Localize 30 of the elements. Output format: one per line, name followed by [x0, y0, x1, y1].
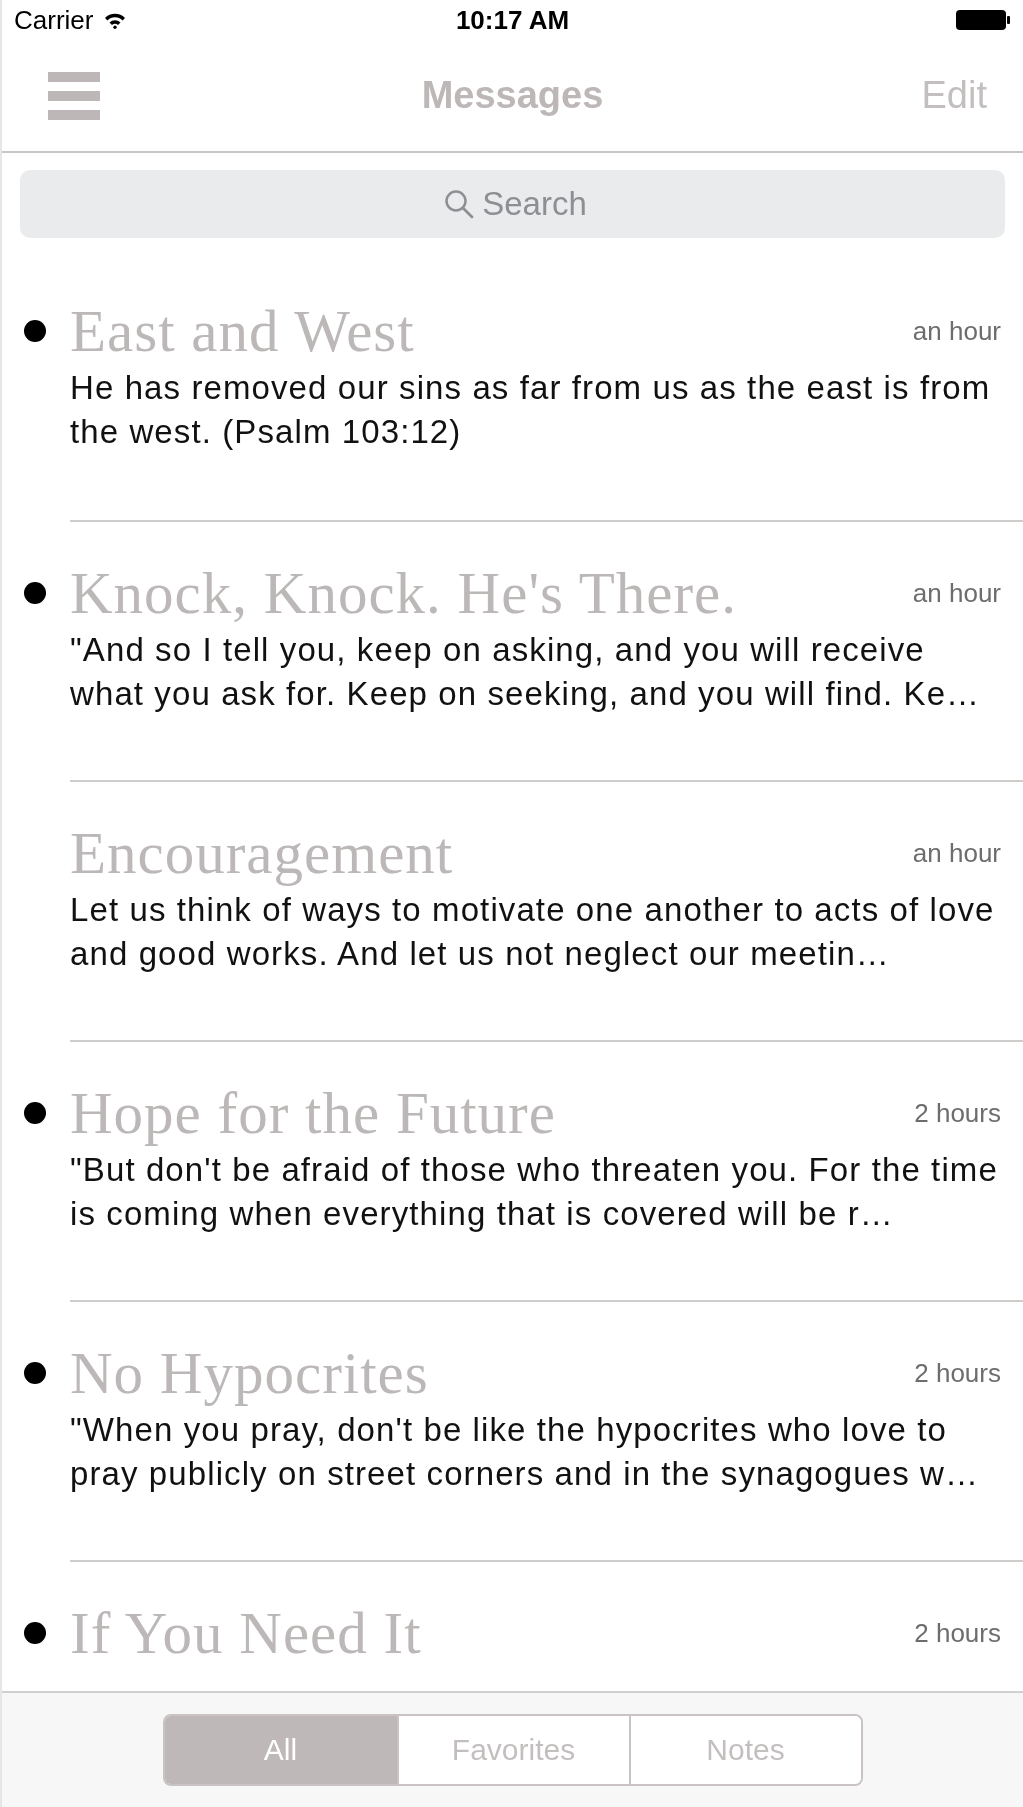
- message-time: an hour: [912, 837, 1001, 869]
- message-title: East and West: [70, 296, 415, 366]
- message-time: an hour: [912, 577, 1001, 609]
- message-row[interactable]: Encouragement an hour Let us think of ways to motivate one another to acts of love and good works. And let us not neglect our meetin…: [70, 780, 1023, 1040]
- message-row[interactable]: Hope for the Future 2 hours "But don't be afraid of those who threaten you. For the time is coming when everything that is covered will be r…: [70, 1040, 1023, 1300]
- carrier-name: Carrier: [14, 4, 94, 36]
- message-title: Knock, Knock. He's There.: [70, 558, 737, 628]
- search-icon: [442, 188, 475, 220]
- message-row[interactable]: East and West an hour He has removed our sins as far from us as the east is from the west. (Psalm 103:12): [2, 260, 1023, 520]
- message-preview: "And so I tell you, keep on asking, and you will receive what you ask for. Keep on seeking, and you will find. Ke…: [70, 630, 982, 714]
- screen-title: Messages: [421, 74, 604, 117]
- message-preview: "When you pray, don't be like the hypocrites who love to pray publicly on street corners and in the synagogues w…: [70, 1410, 981, 1494]
- wifi-icon: [103, 11, 128, 29]
- clock-time: 10:17 AM: [455, 4, 570, 36]
- message-time: 2 hours: [914, 1357, 1001, 1389]
- message-preview: He has removed our sins as far from us as the east is from the west. (Psalm 103:12): [70, 368, 992, 452]
- message-title: No Hypocrites: [70, 1338, 429, 1408]
- message-time: an hour: [912, 315, 1001, 347]
- message-title: If You Need It: [70, 1598, 422, 1668]
- message-row[interactable]: No Hypocrites 2 hours "When you pray, don't be like the hypocrites who love to pray publicly on street corners and in the synagogues w…: [70, 1300, 1023, 1560]
- message-preview: Let us think of ways to motivate one another to acts of love and good works. And let us not neglect our meetin…: [70, 890, 996, 974]
- battery-icon: [955, 9, 1011, 31]
- message-preview: "But don't be afraid of those who threaten you. For the time is coming when everything that is covered will be r…: [70, 1150, 999, 1234]
- message-time: 2 hours: [914, 1617, 1001, 1649]
- message-title: Hope for the Future: [70, 1078, 556, 1148]
- message-time: 2 hours: [914, 1097, 1001, 1129]
- message-row[interactable]: Knock, Knock. He's There. an hour "And so I tell you, keep on asking, and you will receive what you ask for. Keep on seeking, and you will find. Ke…: [70, 520, 1023, 780]
- message-title: Encouragement: [70, 818, 454, 888]
- search-field[interactable]: Search: [20, 170, 1005, 238]
- menu-icon[interactable]: [48, 69, 100, 122]
